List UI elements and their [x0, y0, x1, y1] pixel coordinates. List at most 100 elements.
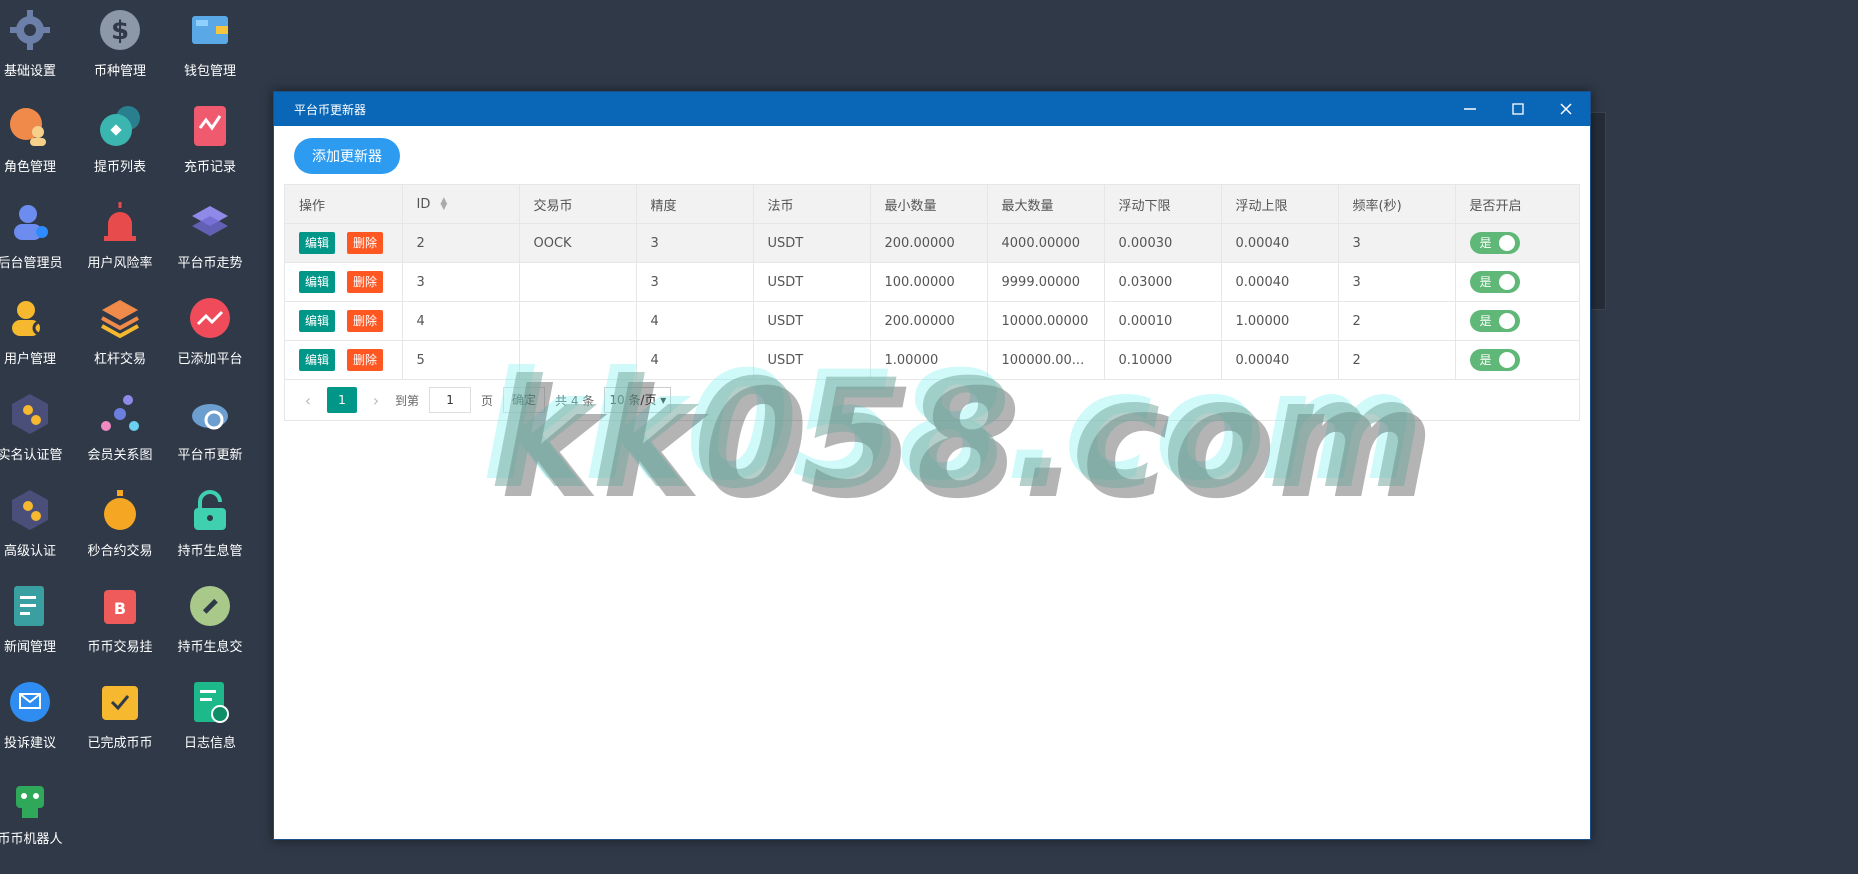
desktop-icon[interactable]: 基础设置 [0, 0, 78, 79]
cell-coin [519, 301, 637, 341]
column-header: 浮动下限 [1104, 185, 1222, 224]
table-row: 编辑 删除 2 OOCK 3 USDT 200.00000 4000.00000 0.00030… [285, 223, 1580, 263]
desktop-icon[interactable]: 平台币更新 [162, 384, 258, 463]
column-header: 精度 [636, 185, 754, 224]
desktop-icon[interactable]: 用户管理 [0, 288, 78, 367]
desktop-icon[interactable]: 杠杆交易 [72, 288, 168, 367]
desktop-icon-label: 平台币走势 [177, 256, 243, 271]
cell-max: 10000.00000 [987, 301, 1105, 341]
desktop-icon[interactable]: $ 币种管理 [72, 0, 168, 79]
check-icon [96, 678, 144, 726]
desktop-icon[interactable]: 提币列表 [72, 96, 168, 175]
cell-coin [519, 262, 637, 302]
enabled-switch[interactable]: 是 [1469, 271, 1520, 293]
desktop-icon-label: 持币生息交 [177, 640, 243, 655]
edit-button[interactable]: 编辑 [299, 310, 336, 332]
desktop-icon-label: 币种管理 [93, 64, 146, 79]
column-header: 是否开启 [1455, 185, 1580, 224]
desktop-icon[interactable]: 币币机器人 [0, 768, 78, 847]
column-header-label: 最小数量 [884, 198, 937, 214]
delete-button[interactable]: 删除 [347, 310, 384, 332]
cell-precision: 4 [636, 340, 754, 380]
enabled-switch[interactable]: 是 [1469, 232, 1520, 254]
desktop-icon[interactable]: 新闻管理 [0, 576, 78, 655]
wallet-icon [186, 6, 234, 54]
desktop-icon[interactable]: 实名认证管 [0, 384, 78, 463]
prev-page-icon[interactable]: ‹ [299, 391, 317, 410]
maximize-icon[interactable] [1494, 92, 1542, 126]
cell-precision: 4 [636, 301, 754, 341]
column-header: 最小数量 [870, 185, 988, 224]
desktop-icon[interactable]: 投诉建议 [0, 672, 78, 751]
column-header: 最大数量 [987, 185, 1105, 224]
desktop-icon[interactable]: 角色管理 [0, 96, 78, 175]
switch-knob [1498, 274, 1515, 290]
cell-max: 4000.00000 [987, 223, 1105, 263]
cell-low: 0.10000 [1104, 340, 1222, 380]
column-header-label: 法币 [767, 198, 794, 214]
desktop-icon[interactable]: 已完成币币 [72, 672, 168, 751]
switch-knob [1498, 352, 1515, 368]
row-actions: 编辑 删除 [285, 340, 403, 380]
desktop-icon-label: 提币列表 [93, 160, 146, 175]
cell-freq: 3 [1338, 223, 1456, 263]
desktop-icon[interactable]: 用户风险率 [72, 192, 168, 271]
close-icon[interactable] [1542, 92, 1590, 126]
desktop-icon[interactable]: 后台管理员 [0, 192, 78, 271]
page-label: 页 [481, 393, 494, 408]
current-page[interactable]: 1 [327, 387, 357, 413]
desktop-icon[interactable]: 钱包管理 [162, 0, 258, 79]
sort-icon[interactable]: ▲ ▼ [440, 197, 447, 212]
edit-button[interactable]: 编辑 [299, 349, 336, 371]
desktop-icon[interactable]: 持币生息管 [162, 480, 258, 559]
desktop-icon-label: 实名认证管 [0, 448, 63, 463]
desktop-icon[interactable]: B 币币交易挂 [72, 576, 168, 655]
page-size-select[interactable]: 10 条/页 ▾ [604, 387, 672, 413]
delete-button[interactable]: 删除 [347, 232, 384, 254]
column-header-label: ID [416, 196, 431, 212]
window-titlebar[interactable]: 平台币更新器 [274, 92, 1590, 126]
svg-text:$: $ [111, 16, 129, 46]
next-page-icon[interactable]: › [367, 391, 385, 410]
delete-button[interactable]: 删除 [347, 349, 384, 371]
cell-min: 200.00000 [870, 223, 988, 263]
column-header[interactable]: ID ▲ ▼ [402, 185, 520, 224]
add-updater-button[interactable]: 添加更新器 [294, 138, 400, 174]
desktop-icon[interactable]: 平台币走势 [162, 192, 258, 271]
desktop-icon[interactable]: 持币生息交 [162, 576, 258, 655]
switch-label: 是 [1479, 353, 1492, 367]
desktop-icon[interactable]: 秒合约交易 [72, 480, 168, 559]
dollar-icon: $ [96, 6, 144, 54]
window-title: 平台币更新器 [294, 102, 367, 117]
hammer-icon [186, 582, 234, 630]
enabled-switch[interactable]: 是 [1469, 310, 1520, 332]
mail-icon [6, 678, 54, 726]
column-header-label: 精度 [650, 198, 677, 214]
cloud-refresh-icon [186, 390, 234, 438]
row-actions: 编辑 删除 [285, 262, 403, 302]
desktop-icon[interactable]: 充币记录 [162, 96, 258, 175]
column-header: 操作 [285, 185, 403, 224]
cell-coin [519, 340, 637, 380]
desktop-icon[interactable]: 日志信息 [162, 672, 258, 751]
edit-button[interactable]: 编辑 [299, 271, 336, 293]
goto-page-input[interactable]: 1 [429, 387, 472, 413]
cell-fiat: USDT [753, 301, 871, 341]
edit-button[interactable]: 编辑 [299, 232, 336, 254]
enabled-switch[interactable]: 是 [1469, 349, 1520, 371]
desktop-icon[interactable]: 会员关系图 [72, 384, 168, 463]
cell-enabled: 是 [1455, 223, 1580, 263]
desktop-icon-label: 币币机器人 [0, 832, 63, 847]
desktop-icon[interactable]: 高级认证 [0, 480, 78, 559]
switch-label: 是 [1479, 275, 1492, 289]
goto-confirm-button[interactable]: 确定 [503, 387, 546, 413]
robot-icon [6, 774, 54, 822]
minimize-icon[interactable] [1446, 92, 1494, 126]
desktop-icon-label: 平台币更新 [177, 448, 243, 463]
desktop-icon[interactable]: 已添加平台 [162, 288, 258, 367]
desktop-icon-label: 高级认证 [3, 544, 56, 559]
cell-precision: 3 [636, 223, 754, 263]
layers-icon [186, 198, 234, 246]
cell-high: 0.00040 [1221, 340, 1339, 380]
delete-button[interactable]: 删除 [347, 271, 384, 293]
